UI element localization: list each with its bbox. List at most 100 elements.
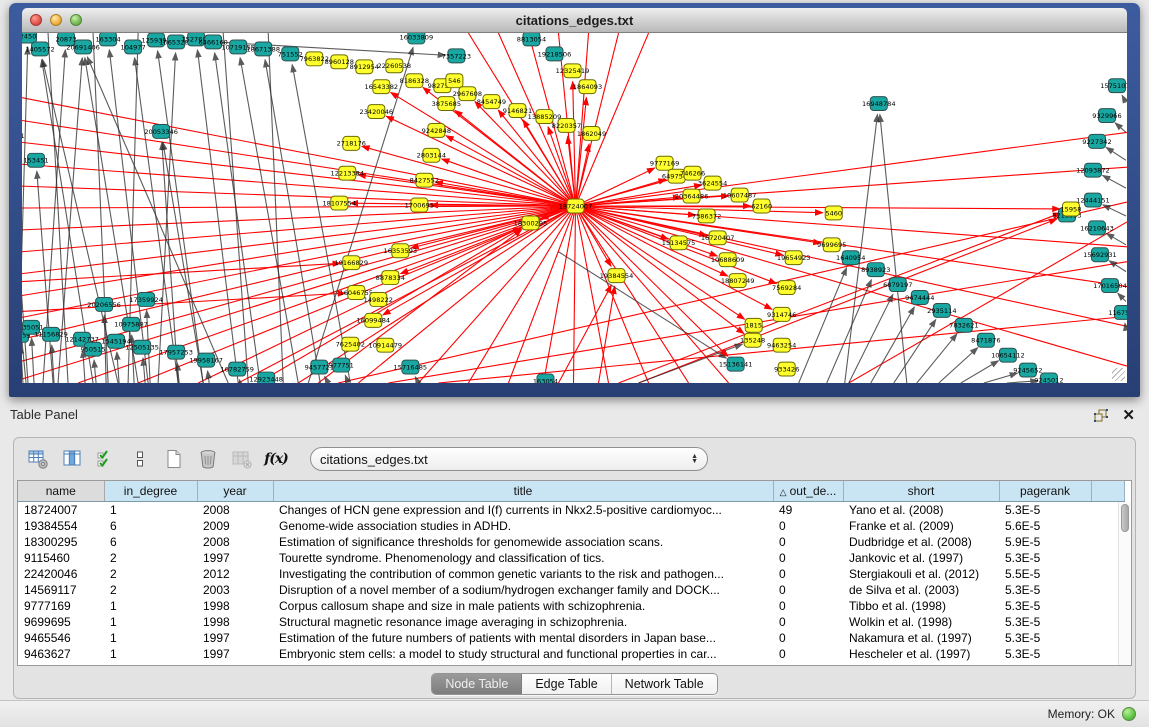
network-node[interactable]: 2450: [22, 33, 37, 43]
table-cell[interactable]: 18300295: [18, 534, 104, 550]
network-node[interactable]: 2718176: [337, 136, 366, 150]
network-node[interactable]: 3624554: [698, 176, 727, 190]
row-height-icon[interactable]: [126, 445, 154, 473]
network-edge[interactable]: [22, 263, 340, 281]
table-cell[interactable]: Yano et al. (2008): [843, 501, 999, 518]
table-row[interactable]: 1830029562008Estimation of significance …: [18, 534, 1124, 550]
network-node[interactable]: 135248: [740, 333, 765, 347]
table-cell[interactable]: 2012: [197, 566, 273, 582]
network-node[interactable]: 16033809: [400, 33, 434, 44]
network-edge[interactable]: [22, 206, 576, 208]
table-cell[interactable]: de Silva et al. (2003): [843, 582, 999, 598]
table-cell[interactable]: 2009: [197, 518, 273, 534]
table-cell[interactable]: 0: [773, 534, 843, 550]
network-edge[interactable]: [22, 293, 345, 311]
table-cell[interactable]: Disruption of a novel member of a sodium…: [273, 582, 773, 598]
network-node[interactable]: 10654112: [991, 348, 1025, 362]
network-node[interactable]: 16099484: [357, 313, 391, 327]
network-edge[interactable]: [1103, 205, 1126, 216]
network-edge[interactable]: [939, 348, 978, 383]
network-node[interactable]: 15136141: [719, 357, 753, 371]
network-node[interactable]: 1864093: [573, 80, 602, 94]
network-edge[interactable]: [558, 252, 726, 358]
network-edge[interactable]: [1106, 147, 1126, 160]
network-node[interactable]: 163054: [533, 374, 558, 383]
network-edge[interactable]: [325, 377, 329, 383]
network-node[interactable]: 7832621: [949, 318, 978, 332]
table-cell[interactable]: 5.9E-5: [999, 534, 1091, 550]
network-edge[interactable]: [268, 33, 283, 383]
table-row[interactable]: 1938455462009Genome-wide association stu…: [18, 518, 1124, 534]
network-node[interactable]: 9245012: [1034, 373, 1063, 383]
network-edge[interactable]: [871, 307, 915, 383]
network-node[interactable]: 19166829: [335, 256, 369, 270]
network-node[interactable]: 19958167: [189, 353, 223, 367]
network-edge[interactable]: [894, 320, 936, 383]
table-cell[interactable]: Estimation of the future numbers of pati…: [273, 630, 773, 646]
scrollbar-thumb[interactable]: [1121, 504, 1129, 532]
network-node[interactable]: 16782759: [220, 362, 254, 376]
function-builder-icon[interactable]: f(x): [262, 445, 290, 473]
table-cell[interactable]: 5.3E-5: [999, 614, 1091, 630]
network-node[interactable]: 7386372: [692, 209, 721, 223]
table-cell[interactable]: 1998: [197, 614, 273, 630]
table-cell[interactable]: 1: [104, 598, 197, 614]
table-cell[interactable]: 2008: [197, 534, 273, 550]
network-node[interactable]: 5460: [825, 206, 842, 220]
network-node[interactable]: 1405572: [25, 42, 54, 56]
table-cell[interactable]: Wolkin et al. (1998): [843, 614, 999, 630]
network-node[interactable]: 19218506: [538, 47, 572, 61]
close-panel-icon[interactable]: ✕: [1122, 406, 1135, 424]
network-node[interactable]: 7357223: [442, 49, 471, 63]
table-cell[interactable]: 1: [104, 501, 197, 518]
table-cell[interactable]: 5.5E-5: [999, 566, 1091, 582]
network-node[interactable]: 12093872: [1076, 163, 1110, 177]
table-cell[interactable]: Embryonic stem cells: a model to study s…: [273, 646, 773, 662]
table-cell[interactable]: 5.6E-5: [999, 518, 1091, 534]
network-node[interactable]: 15692931: [1083, 248, 1117, 262]
network-node[interactable]: 1815: [745, 318, 762, 332]
network-edge[interactable]: [984, 373, 1017, 383]
network-node[interactable]: 9245652: [1013, 363, 1042, 377]
network-edge[interactable]: [1103, 175, 1126, 188]
table-cell[interactable]: Stergiakouli et al. (2012): [843, 566, 999, 582]
network-node[interactable]: 16948784: [862, 97, 896, 111]
table-cell[interactable]: 5.3E-5: [999, 582, 1091, 598]
delete-table-icon[interactable]: [194, 445, 222, 473]
column-header-title[interactable]: title: [273, 481, 773, 501]
network-edge[interactable]: [198, 228, 520, 383]
network-node[interactable]: 8471876: [971, 333, 1000, 347]
table-cell[interactable]: 2: [104, 566, 197, 582]
network-edge[interactable]: [576, 206, 1127, 366]
network-node[interactable]: 2016051: [22, 128, 25, 142]
network-graph[interactable]: 2450208731405572206914061633041049771259…: [22, 33, 1127, 383]
table-row[interactable]: 911546021997Tourette syndrome. Phenomeno…: [18, 550, 1124, 566]
table-cell[interactable]: 9465546: [18, 630, 104, 646]
table-cell[interactable]: 19384554: [18, 518, 104, 534]
network-node[interactable]: 746266: [680, 166, 705, 180]
network-edge[interactable]: [1115, 123, 1126, 133]
network-node[interactable]: 17957253: [159, 345, 193, 359]
network-edge[interactable]: [576, 206, 649, 383]
network-node[interactable]: 950515: [80, 342, 105, 356]
network-node[interactable]: 17016504: [1093, 279, 1127, 293]
table-cell[interactable]: 14569117: [18, 582, 104, 598]
network-edge[interactable]: [265, 60, 320, 383]
network-node[interactable]: 9463254: [767, 338, 796, 352]
network-node[interactable]: 15958: [1060, 202, 1081, 216]
table-cell[interactable]: 1: [104, 614, 197, 630]
table-cell[interactable]: 6: [104, 534, 197, 550]
table-cell[interactable]: 9777169: [18, 598, 104, 614]
network-view-window[interactable]: citations_edges.txt 24502087314055722069…: [9, 3, 1140, 397]
network-edge[interactable]: [308, 47, 413, 383]
table-cell[interactable]: 5.3E-5: [999, 630, 1091, 646]
table-cell[interactable]: Franke et al. (2009): [843, 518, 999, 534]
network-edge[interactable]: [845, 114, 878, 383]
network-node[interactable]: 10688609: [711, 253, 745, 267]
table-cell[interactable]: Jankovic et al. (1997): [843, 550, 999, 566]
table-cell[interactable]: Hescheler et al. (1997): [843, 646, 999, 662]
table-cell[interactable]: 9463627: [18, 646, 104, 662]
network-node[interactable]: 9474444: [905, 291, 934, 305]
network-node[interactable]: 977751: [329, 358, 354, 372]
table-cell[interactable]: 5.3E-5: [999, 646, 1091, 662]
